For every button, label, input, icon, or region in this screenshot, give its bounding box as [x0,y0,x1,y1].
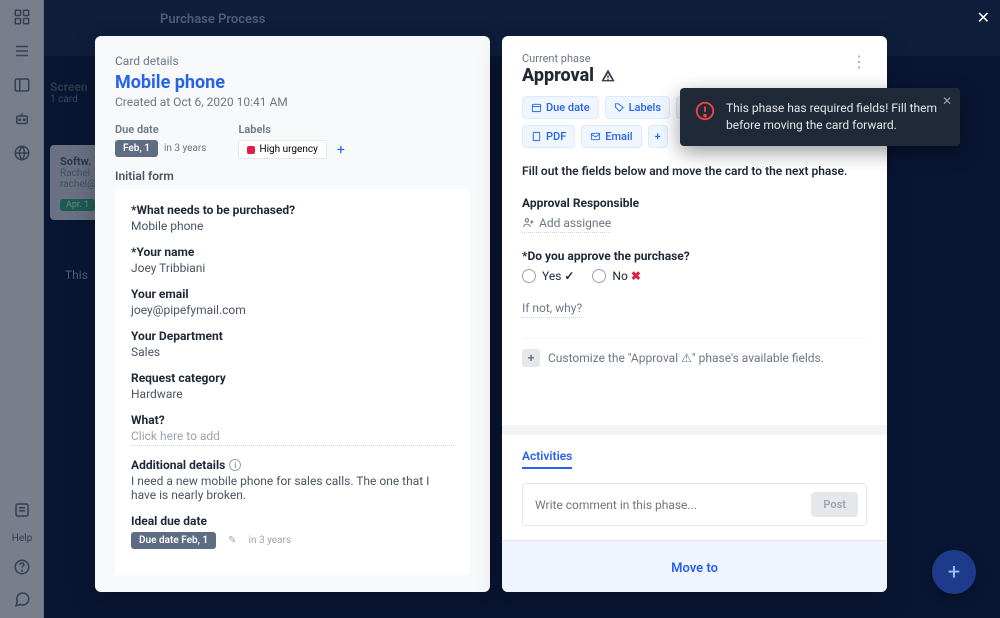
field-cat-value[interactable]: Hardware [131,387,454,401]
field-name-label: *Your name [131,245,454,259]
labels-label: Labels [238,123,348,136]
action-due-date[interactable]: Due date [522,96,599,119]
info-icon[interactable]: i [229,459,241,471]
add-label-button[interactable]: + [333,142,349,158]
field-what-placeholder[interactable]: Click here to add [131,429,454,446]
action-email[interactable]: Email [581,125,641,148]
ideal-due-sub: in 3 years [249,535,292,546]
field-purchase-label: *What needs to be purchased? [131,203,454,217]
card-details-panel: Card details Mobile phone Created at Oct… [95,36,490,592]
field-email-value[interactable]: joey@pipefymail.com [131,303,454,317]
close-modal-button[interactable]: ✕ [977,8,990,27]
field-details-value[interactable]: I need a new mobile phone for sales call… [131,474,454,502]
action-labels[interactable]: Labels [605,96,670,119]
action-pdf[interactable]: PDF [522,125,575,148]
warning-icon [600,68,616,84]
comment-input[interactable] [535,498,811,512]
approve-question: *Do you approve the purchase? [522,249,867,263]
card-title[interactable]: Mobile phone [115,72,470,93]
card-details-label: Card details [115,54,470,68]
card-created: Created at Oct 6, 2020 10:41 AM [115,95,470,109]
field-name-value[interactable]: Joey Tribbiani [131,261,454,275]
action-more[interactable]: + [648,125,668,148]
field-what-label: What? [131,413,454,427]
field-email-label: Your email [131,287,454,301]
ideal-due-chip[interactable]: Due date Feb, 1 [131,532,216,549]
move-to-button[interactable]: Move to [671,561,718,576]
tab-activities[interactable]: Activities [522,449,572,469]
edit-icon[interactable]: ✎ [228,535,236,546]
field-dept-value[interactable]: Sales [131,345,454,359]
post-button[interactable]: Post [811,492,858,517]
customize-fields: + Customize the "Approval ⚠" phase's ava… [522,338,867,367]
radio-yes[interactable]: Yes ✓ [522,269,574,283]
required-fields-toast: This phase has required fields! Fill the… [680,88,960,146]
toast-message: This phase has required fields! Fill the… [726,100,946,134]
field-details-label: Additional detailsi [131,458,454,472]
label-high-urgency[interactable]: High urgency [238,140,326,159]
field-purchase-value[interactable]: Mobile phone [131,219,454,233]
due-date-label: Due date [115,123,206,136]
toast-close-button[interactable]: ✕ [942,94,952,108]
kebab-menu-icon[interactable]: ⋮ [851,52,867,71]
radio-icon [592,269,606,283]
divider [502,425,887,435]
current-phase-label: Current phase [522,52,616,65]
initial-form-card: *What needs to be purchased? Mobile phone… [115,189,470,575]
customize-add-button[interactable]: + [522,349,540,367]
add-assignee-button[interactable]: Add assignee [522,216,611,233]
radio-icon [522,269,536,283]
radio-no[interactable]: No ✖No ✖ [592,269,640,283]
field-ideal-label: Ideal due date [131,514,454,528]
field-dept-label: Your Department [131,329,454,343]
due-date-chip[interactable]: Feb, 1 [115,140,158,157]
why-field[interactable]: If not, why? [522,301,582,318]
alert-icon [694,100,716,122]
due-in-text: in 3 years [164,143,207,154]
field-cat-label: Request category [131,371,454,385]
fab-add-button[interactable]: + [932,550,976,594]
comment-input-box: Post [522,483,867,526]
approver-label: Approval Responsible [522,196,867,210]
initial-form-label: Initial form [115,169,470,183]
move-to-bar: Move to [502,540,887,592]
phase-instruction: Fill out the fields below and move the c… [522,164,867,178]
phase-name: Approval [522,65,616,86]
red-square-icon [247,146,255,154]
